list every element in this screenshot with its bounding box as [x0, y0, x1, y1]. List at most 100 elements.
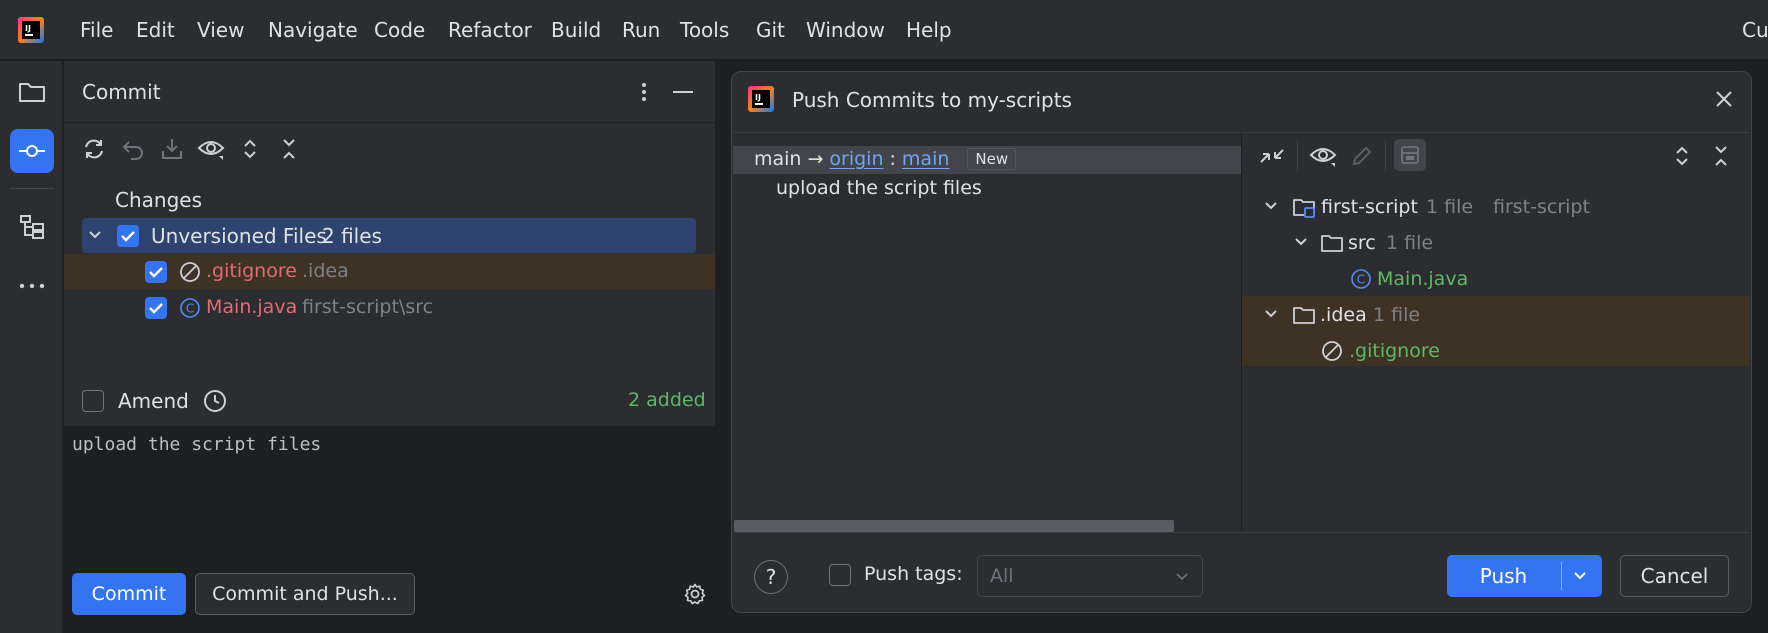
added-status-text: 2 added: [628, 389, 706, 411]
gitignore-checkbox[interactable]: [145, 261, 167, 283]
push-tags-checkbox[interactable]: [829, 564, 851, 586]
commit-button[interactable]: Commit: [72, 573, 186, 615]
ignored-file-icon: [179, 261, 201, 283]
menu-build[interactable]: Build: [551, 18, 601, 42]
unversioned-files-label: Unversioned Files: [151, 224, 327, 248]
dialog-footer-divider: [733, 532, 1750, 533]
menu-view[interactable]: View: [197, 18, 244, 42]
tree-first-script[interactable]: first-script: [1321, 196, 1418, 218]
refresh-icon[interactable]: [80, 135, 108, 163]
unversioned-files-count: 2 files: [322, 224, 382, 248]
horizontal-scrollbar[interactable]: [734, 520, 1174, 532]
group-by-module-icon[interactable]: [1394, 139, 1426, 171]
branch-colon: :: [889, 148, 896, 170]
svg-text:C: C: [1357, 273, 1365, 287]
dialog-title: Push Commits to my-scripts: [792, 88, 1072, 112]
branch-spec: main → origin : main New: [754, 148, 1017, 170]
amend-checkbox[interactable]: [82, 390, 104, 412]
folder-icon: [1320, 232, 1344, 254]
cancel-button[interactable]: Cancel: [1620, 555, 1729, 597]
chevron-down-icon[interactable]: [1264, 199, 1278, 213]
main-java-filename: Main.java: [206, 296, 298, 318]
intellij-logo-icon[interactable]: IJ: [18, 17, 44, 43]
svg-text:C: C: [186, 302, 194, 316]
hide-panel-icon[interactable]: [669, 78, 697, 106]
unversioned-checkbox[interactable]: [117, 225, 139, 247]
edit-pencil-icon[interactable]: [1348, 142, 1376, 170]
chevron-down-icon[interactable]: [1264, 307, 1278, 321]
java-class-icon: C: [1350, 268, 1372, 290]
tree-main-java[interactable]: Main.java: [1377, 268, 1468, 290]
chevron-down-icon[interactable]: [88, 228, 102, 242]
menu-refactor[interactable]: Refactor: [448, 18, 532, 42]
chevron-down-icon[interactable]: [1294, 235, 1308, 249]
tree-src[interactable]: src: [1348, 232, 1376, 254]
menu-git[interactable]: Git: [756, 18, 785, 42]
commit-settings-gear-icon[interactable]: [684, 583, 706, 605]
view-eye-icon[interactable]: [1309, 142, 1337, 170]
push-options-chevron-icon[interactable]: [1572, 569, 1588, 583]
structure-icon[interactable]: [10, 205, 54, 249]
toolbar-separator-2: [1385, 141, 1386, 171]
java-class-icon: C: [179, 297, 201, 319]
tree-idea[interactable]: .idea: [1320, 304, 1367, 326]
rollback-icon[interactable]: [119, 135, 147, 163]
svg-text:IJ: IJ: [25, 24, 31, 33]
options-menu-icon[interactable]: [630, 78, 658, 106]
show-diff-eye-icon[interactable]: [197, 135, 225, 163]
chevron-down-icon: [1175, 570, 1189, 584]
tree-src-count: 1 file: [1386, 232, 1434, 254]
commit-entry[interactable]: upload the script files: [776, 177, 982, 199]
changes-group-label: Changes: [115, 188, 202, 212]
menu-navigate[interactable]: Navigate: [268, 18, 358, 42]
commit-header-divider: [64, 122, 715, 123]
tree-gitignore[interactable]: .gitignore: [1349, 340, 1440, 362]
amend-label: Amend: [118, 389, 189, 413]
toolbar-separator: [1297, 141, 1298, 171]
idea-folder-rows-highlight: [1242, 296, 1750, 366]
menu-window[interactable]: Window: [806, 18, 885, 42]
commit-message-text: upload the script files: [72, 434, 322, 455]
dialog-app-logo-icon: IJ: [748, 86, 774, 112]
main-java-checkbox[interactable]: [145, 297, 167, 319]
gitignore-path: .idea: [302, 260, 349, 282]
new-branch-badge: New: [967, 148, 1017, 170]
menu-help[interactable]: Help: [906, 18, 952, 42]
push-tags-value: All: [990, 565, 1014, 587]
remote-branch-link[interactable]: main: [902, 148, 949, 170]
collapse-all-tree-icon[interactable]: [1707, 142, 1735, 170]
expand-all-tree-icon[interactable]: [1668, 142, 1696, 170]
tree-idea-count: 1 file: [1373, 304, 1421, 326]
stripe-separator: [10, 188, 54, 189]
commit-history-clock-icon[interactable]: [203, 389, 227, 413]
close-icon[interactable]: [1714, 89, 1734, 109]
tree-first-script-module: first-script: [1493, 196, 1590, 218]
local-branch-name: main: [754, 148, 802, 170]
push-arrow: →: [807, 148, 824, 170]
commit-panel-title: Commit: [82, 80, 161, 104]
push-tags-label: Push tags:: [864, 563, 963, 585]
collapse-all-icon[interactable]: [275, 135, 303, 163]
folder-icon: [1292, 304, 1316, 326]
project-folder-icon[interactable]: [10, 70, 54, 114]
commit-and-push-button[interactable]: Commit and Push...: [195, 573, 415, 615]
diff-compare-icon[interactable]: [1258, 142, 1286, 170]
push-split-divider: [1561, 562, 1562, 590]
help-button[interactable]: ?: [754, 560, 788, 594]
expand-all-icon[interactable]: [236, 135, 264, 163]
more-tools-icon[interactable]: [10, 264, 54, 308]
module-folder-icon: [1292, 196, 1316, 218]
menu-run[interactable]: Run: [622, 18, 660, 42]
menu-tools[interactable]: Tools: [680, 18, 729, 42]
shelve-icon[interactable]: [158, 135, 186, 163]
main-java-path: first-script\src: [302, 296, 434, 318]
menu-file[interactable]: File: [80, 18, 113, 42]
tree-first-script-count: 1 file: [1426, 196, 1474, 218]
ignored-file-icon: [1321, 340, 1343, 362]
menu-code[interactable]: Code: [374, 18, 425, 42]
commit-tool-icon[interactable]: [10, 129, 54, 173]
push-button[interactable]: Push: [1447, 555, 1560, 597]
menu-edit[interactable]: Edit: [136, 18, 175, 42]
remote-name-link[interactable]: origin: [829, 148, 883, 170]
gitignore-filename: .gitignore: [206, 260, 297, 282]
